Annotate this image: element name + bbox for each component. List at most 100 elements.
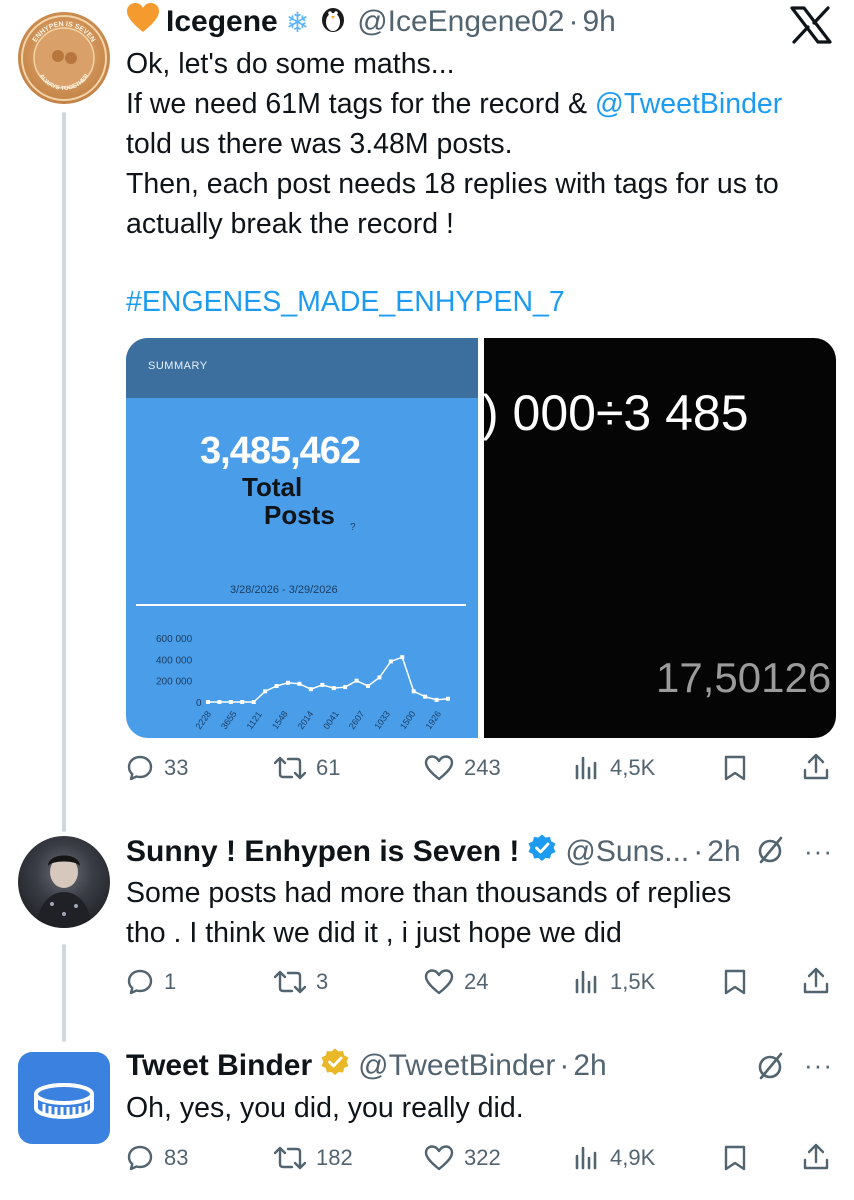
- x-tick-label: 2014: [296, 709, 316, 731]
- grok-icon[interactable]: [756, 834, 786, 871]
- data-point: [308, 687, 313, 692]
- tweet2-actions: 1 3 24 1,5K: [126, 966, 836, 1006]
- x-tick-label: 1548: [270, 709, 290, 731]
- like-count: 322: [464, 1145, 501, 1170]
- bookmark-button[interactable]: [722, 1144, 748, 1172]
- share-button[interactable]: [802, 966, 830, 996]
- tweet3-actions: 83 182 322 4,9K: [126, 1142, 836, 1182]
- x-tick-label: 3655: [219, 709, 239, 731]
- views-button[interactable]: 1,5K: [574, 968, 655, 996]
- like-button[interactable]: 322: [424, 1144, 501, 1172]
- more-options-button[interactable]: ···: [804, 1050, 833, 1081]
- heart-icon: [424, 968, 454, 996]
- repost-count: 182: [316, 1145, 353, 1170]
- reply-button[interactable]: 83: [126, 1144, 188, 1172]
- data-point: [217, 700, 222, 704]
- repost-icon: [274, 968, 306, 996]
- date-divider: [136, 604, 466, 606]
- verified-gold-badge-icon: [320, 1047, 350, 1085]
- timestamp[interactable]: 9h: [582, 5, 615, 39]
- grok-icon[interactable]: [756, 1050, 786, 1087]
- views-button[interactable]: 4,9K: [574, 1144, 655, 1172]
- bookmark-icon: [722, 754, 748, 782]
- tweet1-header: Icegene ❄ @IceEngene02 · 9h: [126, 2, 616, 42]
- timestamp[interactable]: 2h: [573, 1049, 606, 1083]
- data-point: [423, 694, 428, 699]
- series-line: [208, 656, 449, 703]
- hashtag-link[interactable]: #ENGENES_MADE_ENHYPEN_7: [126, 282, 565, 322]
- separator-dot: ·: [693, 835, 704, 868]
- views-count: 4,9K: [610, 1145, 656, 1170]
- display-name[interactable]: Tweet Binder: [126, 1049, 312, 1083]
- y-tick-label: 400 000: [156, 655, 193, 666]
- penguin-icon: [319, 3, 347, 41]
- timestamp[interactable]: 2h: [707, 835, 740, 869]
- media-image-summary[interactable]: SUMMARY 3,485,462 Total Posts ? 3/28/202…: [126, 338, 478, 738]
- handle[interactable]: @Suns...: [565, 835, 689, 869]
- share-icon: [802, 752, 830, 782]
- avatar-tweetbinder[interactable]: [18, 1052, 110, 1144]
- media-image-calculator[interactable]: ) 000÷3 485 17,50126: [484, 338, 836, 738]
- avatar-icegene[interactable]: ENHYPEN IS SEVEN ALWAYS TOGETHER: [18, 12, 110, 104]
- x-tick-label: 2228: [193, 709, 213, 731]
- data-point: [286, 680, 290, 685]
- separator-dot: ·: [568, 5, 579, 38]
- reply-icon: [126, 968, 154, 996]
- reply-button[interactable]: 33: [126, 754, 188, 782]
- like-button[interactable]: 243: [424, 754, 501, 782]
- avatar-sunny[interactable]: [18, 836, 110, 928]
- bookmark-icon: [722, 968, 748, 996]
- tweet3-header: Tweet Binder @TweetBinder · 2h: [126, 1046, 607, 1086]
- repost-button[interactable]: 3: [274, 968, 328, 996]
- repost-button[interactable]: 61: [274, 754, 340, 782]
- display-name[interactable]: Icegene: [166, 5, 278, 39]
- orange-heart-icon: [126, 2, 160, 42]
- tweet-line: Oh, yes, you did, you really did.: [126, 1092, 524, 1124]
- bookmark-button[interactable]: [722, 754, 748, 782]
- tweet1-text: Ok, let's do some maths... If we need 61…: [126, 44, 846, 244]
- heart-icon: [424, 754, 454, 782]
- posts-label: Posts: [264, 500, 335, 530]
- tweet-line: actually break the record !: [126, 208, 454, 240]
- handle[interactable]: @TweetBinder: [358, 1049, 555, 1083]
- handle[interactable]: @IceEngene02: [357, 5, 564, 39]
- posts-line-chart: 600 000 400 000 200 00002228 3655 1121 1548 20…: [156, 634, 450, 732]
- tweetbinder-logo-icon: [34, 1083, 94, 1120]
- views-icon: [574, 968, 600, 996]
- data-point: [377, 675, 382, 680]
- x-tick-label: 1121: [245, 710, 264, 732]
- share-button[interactable]: [802, 752, 830, 782]
- like-button[interactable]: 24: [424, 968, 488, 996]
- y-tick-label: 0: [196, 698, 202, 709]
- tweet-line: Some posts had more than thousands of re…: [126, 877, 732, 909]
- repost-icon: [274, 1144, 306, 1172]
- display-name[interactable]: Sunny ! Enhypen is Seven !: [126, 835, 519, 869]
- help-mark[interactable]: ?: [350, 522, 356, 533]
- mention-link[interactable]: @TweetBinder: [595, 88, 782, 120]
- avatar-badge-icon: ENHYPEN IS SEVEN ALWAYS TOGETHER: [21, 15, 107, 101]
- bookmark-button[interactable]: [722, 968, 748, 996]
- views-icon: [574, 1144, 600, 1172]
- repost-button[interactable]: 182: [274, 1144, 353, 1172]
- share-button[interactable]: [802, 1142, 830, 1172]
- verified-badge-icon: [527, 833, 557, 871]
- data-point: [354, 678, 359, 683]
- reply-icon: [126, 754, 154, 782]
- tweet-line: Then, each post needs 18 replies with ta…: [126, 168, 779, 200]
- tweet1-media[interactable]: SUMMARY 3,485,462 Total Posts ? 3/28/202…: [126, 338, 836, 738]
- reply-button[interactable]: 1: [126, 968, 176, 996]
- like-count: 243: [464, 755, 501, 780]
- x-logo-icon[interactable]: [790, 6, 834, 46]
- separator-dot: ·: [559, 1049, 570, 1082]
- data-point: [251, 700, 256, 704]
- like-count: 24: [464, 969, 489, 994]
- tweet-line: If we need 61M tags for the record & @Tw…: [126, 88, 783, 120]
- avatar-photo-icon: [36, 855, 92, 928]
- x-tick-label: 1033: [372, 709, 392, 731]
- views-button[interactable]: 4,5K: [574, 754, 655, 782]
- data-point: [331, 686, 336, 691]
- data-point: [263, 689, 268, 694]
- data-point: [400, 655, 405, 660]
- data-point: [228, 700, 233, 704]
- more-options-button[interactable]: ···: [804, 836, 833, 867]
